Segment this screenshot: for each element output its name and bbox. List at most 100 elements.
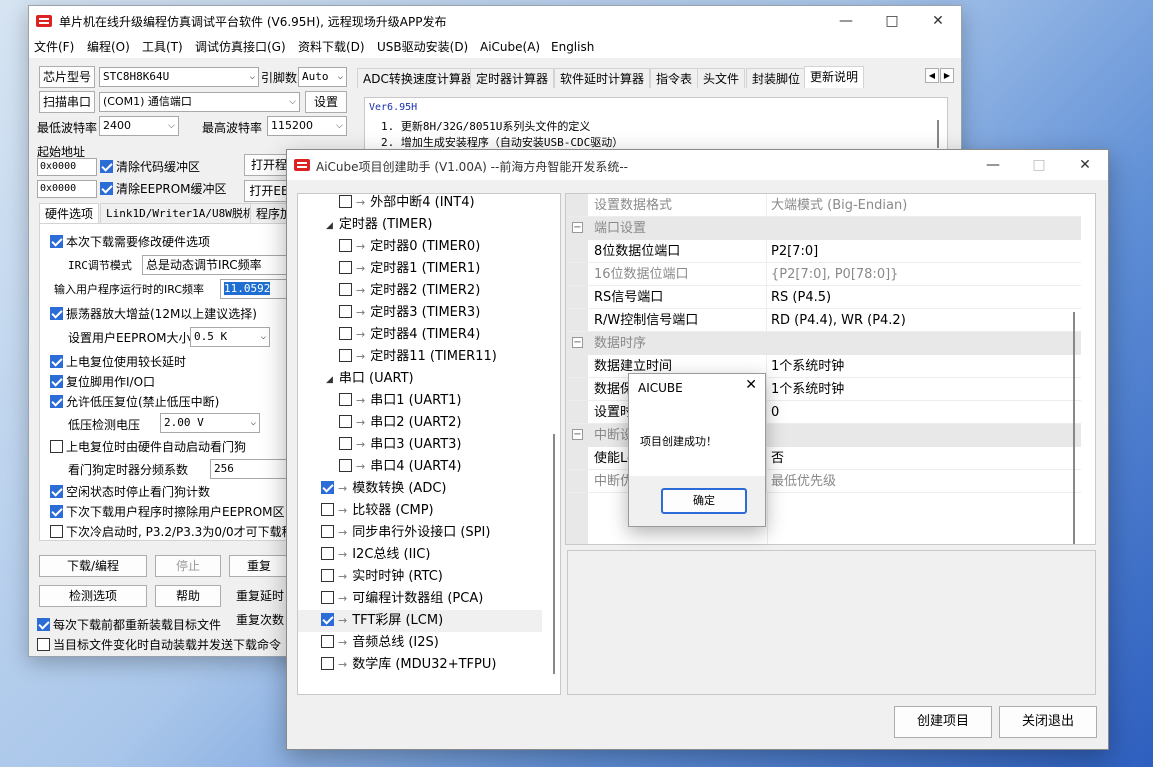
- expand-triangle-icon[interactable]: ◢: [326, 221, 333, 231]
- tab-hardware-options[interactable]: 硬件选项: [39, 203, 100, 223]
- tree-node-pca[interactable]: → 可编程计数器组 (PCA): [321, 588, 483, 610]
- reload-option[interactable]: 每次下载前都重新装载目标文件: [37, 616, 221, 633]
- menu-file[interactable]: 文件(F): [29, 36, 79, 58]
- wdt-option[interactable]: 上电复位时由硬件自动启动看门狗: [50, 438, 246, 455]
- menu-debug[interactable]: 调试仿真接口(G): [190, 36, 291, 58]
- tree-checkbox[interactable]: [339, 239, 352, 252]
- reload-checkbox[interactable]: [37, 618, 50, 631]
- tree-checkbox[interactable]: [339, 327, 352, 340]
- clear-eeprom-checkbox[interactable]: [100, 182, 113, 195]
- tree-checkbox[interactable]: [339, 195, 352, 208]
- tree-checkbox[interactable]: [321, 635, 334, 648]
- maximize-icon[interactable]: □: [869, 6, 915, 36]
- erase-eeprom-checkbox[interactable]: [50, 505, 63, 518]
- prop-row-8bit-port[interactable]: 8位数据位端口 P2[7:0]: [566, 240, 1081, 263]
- tree-checkbox[interactable]: [339, 437, 352, 450]
- tree-node-timer3[interactable]: → 定时器3 (TIMER3): [339, 302, 480, 324]
- aicube-minimize-icon[interactable]: —: [970, 150, 1016, 180]
- modify-hw-checkbox[interactable]: [50, 235, 63, 248]
- aicube-close-icon[interactable]: ✕: [1062, 150, 1108, 180]
- ok-button[interactable]: 确定: [661, 488, 747, 514]
- check-options-button[interactable]: 检测选项: [39, 585, 147, 607]
- prop-row-rs-port[interactable]: RS信号端口 RS (P4.5): [566, 286, 1081, 309]
- osc-gain-checkbox[interactable]: [50, 307, 63, 320]
- reset-io-checkbox[interactable]: [50, 375, 63, 388]
- clear-code-checkbox[interactable]: [100, 160, 113, 173]
- tree-node-i2s[interactable]: → 音频总线 (I2S): [321, 632, 439, 654]
- tree-checkbox[interactable]: [321, 547, 334, 560]
- tree-checkbox[interactable]: [321, 525, 334, 538]
- tree-node-lcm[interactable]: → TFT彩屏 (LCM): [298, 610, 542, 632]
- lvr-checkbox[interactable]: [50, 395, 63, 408]
- minimize-icon[interactable]: —: [823, 6, 869, 36]
- tree-node-rtc[interactable]: → 实时时钟 (RTC): [321, 566, 443, 588]
- close-exit-button[interactable]: 关闭退出: [999, 706, 1097, 738]
- idle-wdt-checkbox[interactable]: [50, 485, 63, 498]
- erase-eeprom-option[interactable]: 下次下载用户程序时擦除用户EEPROM区: [50, 503, 285, 520]
- osc-gain-option[interactable]: 振荡器放大增益(12M以上建议选择): [50, 305, 257, 322]
- expand-triangle-icon[interactable]: ◢: [326, 375, 333, 385]
- notes-scrollbar[interactable]: [937, 120, 939, 148]
- close-icon[interactable]: ✕: [915, 6, 961, 36]
- pins-select[interactable]: Auto ⌵: [298, 67, 347, 87]
- tree-checkbox[interactable]: [339, 349, 352, 362]
- lv-select[interactable]: 2.00 V ⌵: [160, 413, 260, 433]
- wdt-div-select[interactable]: 256: [210, 459, 298, 479]
- tree-checkbox[interactable]: [339, 305, 352, 318]
- tree-node-timer11[interactable]: → 定时器11 (TIMER11): [339, 346, 497, 368]
- download-button[interactable]: 下载/编程: [39, 555, 147, 577]
- tree-checkbox[interactable]: [339, 283, 352, 296]
- prop-category-ports[interactable]: − 端口设置: [566, 217, 1081, 240]
- tree-checkbox[interactable]: [339, 415, 352, 428]
- tree-node-adc[interactable]: → 模数转换 (ADC): [321, 478, 446, 500]
- prop-row-data-format[interactable]: 设置数据格式 大端模式 (Big-Endian): [566, 194, 1081, 217]
- power-delay-option[interactable]: 上电复位使用较长延时: [50, 353, 186, 370]
- tree-checkbox[interactable]: [321, 503, 334, 516]
- tab-scroll-left-icon[interactable]: ◀: [925, 68, 939, 83]
- tree-checkbox[interactable]: [339, 459, 352, 472]
- tree-checkbox[interactable]: [321, 569, 334, 582]
- tree-checkbox[interactable]: [321, 657, 334, 670]
- tree-node-spi[interactable]: → 同步串行外设接口 (SPI): [321, 522, 490, 544]
- power-delay-checkbox[interactable]: [50, 355, 63, 368]
- menu-program[interactable]: 编程(O): [82, 36, 135, 58]
- tree-node-uart4[interactable]: → 串口4 (UART4): [339, 456, 461, 478]
- tab-header-files[interactable]: 头文件: [697, 68, 746, 88]
- stop-button[interactable]: 停止: [155, 555, 221, 577]
- tree-node-timer4[interactable]: → 定时器4 (TIMER4): [339, 324, 480, 346]
- tree-node-timer1[interactable]: → 定时器1 (TIMER1): [339, 258, 480, 280]
- p32p33-checkbox[interactable]: [50, 525, 63, 538]
- prop-row-16bit-port[interactable]: 16位数据位端口 {P2[7:0], P0[78:0]}: [566, 263, 1081, 286]
- max-baud-select[interactable]: 115200 ⌵: [267, 116, 347, 136]
- tab-adc-calc[interactable]: ADC转换速度计算器: [357, 68, 479, 88]
- tab-scroll-right-icon[interactable]: ▶: [940, 68, 954, 83]
- settings-button[interactable]: 设置: [305, 91, 347, 113]
- min-baud-select[interactable]: 2400 ⌵: [99, 116, 179, 136]
- reset-io-option[interactable]: 复位脚用作I/O口: [50, 373, 155, 390]
- menu-usb-driver[interactable]: USB驱动安装(D): [372, 36, 473, 58]
- clear-eeprom-option[interactable]: 清除EEPROM缓冲区: [100, 180, 227, 197]
- tab-instructions[interactable]: 指令表: [650, 68, 699, 88]
- tab-release-notes[interactable]: 更新说明: [804, 66, 865, 88]
- menu-english[interactable]: English: [546, 36, 599, 58]
- clear-code-option[interactable]: 清除代码缓冲区: [100, 158, 200, 175]
- port-select[interactable]: (COM1) 通信端口 ⌵: [99, 92, 300, 112]
- menu-download[interactable]: 资料下载(D): [293, 36, 370, 58]
- chip-model-select[interactable]: STC8H8K64U ⌵: [99, 67, 259, 87]
- create-project-button[interactable]: 创建项目: [894, 706, 992, 738]
- menu-tools[interactable]: 工具(T): [137, 36, 188, 58]
- tree-checkbox[interactable]: [321, 613, 334, 626]
- idle-wdt-option[interactable]: 空闲状态时停止看门狗计数: [50, 483, 210, 500]
- tree-scrollbar[interactable]: [553, 434, 555, 674]
- tree-node-int4[interactable]: → 外部中断4 (INT4): [339, 194, 475, 214]
- eeprom-address-input[interactable]: 0x0000: [37, 180, 97, 198]
- tree-node-timer0[interactable]: → 定时器0 (TIMER0): [339, 236, 480, 258]
- tree-checkbox[interactable]: [339, 393, 352, 406]
- lvr-option[interactable]: 允许低压复位(禁止低压中断): [50, 393, 219, 410]
- auto-load-option[interactable]: 当目标文件变化时自动装载并发送下载命令: [37, 636, 281, 653]
- property-scrollbar[interactable]: [1073, 312, 1075, 544]
- tree-node-uart3[interactable]: → 串口3 (UART3): [339, 434, 461, 456]
- scan-port-button[interactable]: 扫描串口: [39, 91, 95, 113]
- tree-node-timer-group[interactable]: ◢ 定时器 (TIMER): [326, 214, 432, 236]
- tree-node-uart-group[interactable]: ◢ 串口 (UART): [326, 368, 414, 390]
